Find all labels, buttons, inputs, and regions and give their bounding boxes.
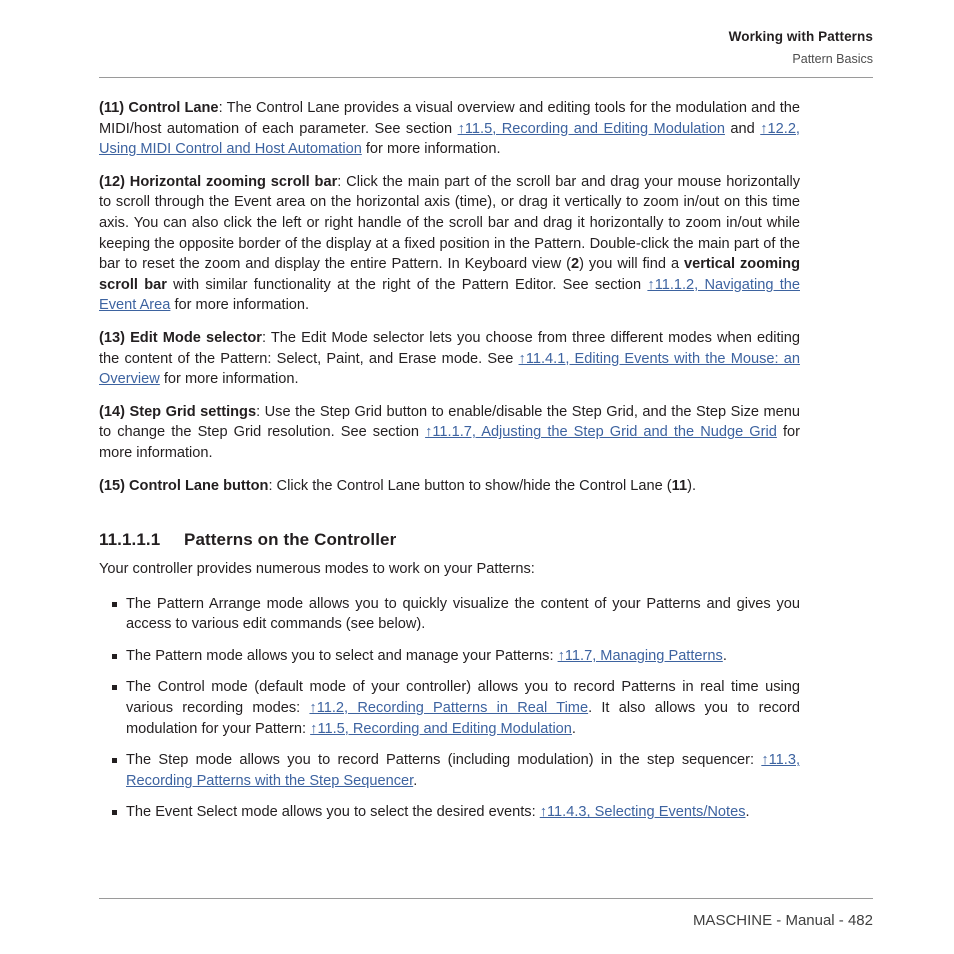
- paragraph-edit-mode-selector: (13) Edit Mode selector: The Edit Mode s…: [99, 328, 800, 390]
- paragraph-12-text-4: for more information.: [170, 297, 310, 314]
- paragraph-15-text-2: ).: [687, 477, 697, 494]
- list-item: The Step mode allows you to record Patte…: [99, 750, 800, 791]
- square-bullet-icon: [112, 685, 117, 691]
- header-divider: [99, 77, 873, 78]
- list-item-3-text-3: .: [571, 720, 576, 737]
- term-control-lane: Control Lane: [128, 100, 219, 116]
- list-item: The Event Select mode allows you to sele…: [99, 802, 800, 823]
- item-number-14: (14): [99, 403, 125, 420]
- list-item-4-text-2: .: [413, 772, 418, 789]
- link-11-5-recording-editing-modulation[interactable]: ↑11.5, Recording and Editing Modulation: [458, 121, 725, 137]
- paragraph-step-grid-settings: (14) Step Grid settings: Use the Step Gr…: [99, 402, 800, 464]
- paragraph-15-text-1: : Click the Control Lane button to show/…: [268, 477, 672, 494]
- header-section-subtitle: Pattern Basics: [792, 52, 873, 66]
- term-edit-mode-selector: Edit Mode selector: [130, 329, 262, 346]
- list-item-2-text-2: .: [722, 647, 727, 664]
- paragraph-13-text-2: for more information.: [159, 371, 299, 388]
- link-11-7-managing-patterns[interactable]: ↑11.7, Managing Patterns: [558, 648, 723, 664]
- list-item: The Pattern mode allows you to select an…: [99, 646, 800, 667]
- page-header: Working with Patterns Pattern Basics: [99, 28, 873, 68]
- footer-divider: [99, 898, 873, 899]
- item-number-15: (15): [99, 477, 125, 494]
- term-step-grid-settings: Step Grid settings: [129, 403, 257, 420]
- term-control-lane-button: Control Lane button: [129, 477, 269, 494]
- item-number-11: (11): [99, 100, 125, 116]
- list-item: The Control mode (default mode of your c…: [99, 677, 800, 739]
- reference-2: 2: [570, 256, 580, 273]
- item-number-12: (12): [99, 173, 125, 190]
- link-11-2-recording-patterns-real-time[interactable]: ↑11.2, Recording Patterns in Real Time: [309, 700, 588, 716]
- section-number: 11.1.1.1: [99, 530, 161, 550]
- item-number-13: (13): [99, 329, 125, 346]
- square-bullet-icon: [112, 601, 117, 607]
- link-11-1-7-adjusting-step-grid-nudge-grid[interactable]: ↑11.1.7, Adjusting the Step Grid and the…: [425, 424, 777, 440]
- term-horizontal-zooming-scroll-bar: Horizontal zooming scroll bar: [129, 173, 338, 190]
- list-item-2-text-1: The Pattern mode allows you to select an…: [126, 647, 558, 664]
- controller-modes-list: The Pattern Arrange mode allows you to q…: [99, 594, 800, 823]
- link-11-4-3-selecting-events-notes[interactable]: ↑11.4.3, Selecting Events/Notes: [540, 804, 746, 820]
- list-item-5-text-2: .: [745, 804, 750, 821]
- page-footer: MASCHINE - Manual - 482: [692, 912, 873, 929]
- list-item-4-text-1: The Step mode allows you to record Patte…: [126, 752, 762, 769]
- paragraph-horizontal-zooming-scroll-bar: (12) Horizontal zooming scroll bar: Clic…: [99, 172, 800, 316]
- link-11-5-recording-editing-modulation-list[interactable]: ↑11.5, Recording and Editing Modulation: [310, 721, 572, 737]
- paragraph-12-text-3: with similar functionality at the right …: [166, 276, 648, 293]
- square-bullet-icon: [112, 653, 117, 659]
- list-item-1-text-1: The Pattern Arrange mode allows you to q…: [126, 595, 800, 633]
- square-bullet-icon: [112, 758, 117, 764]
- section-intro-text: Your controller provides numerous modes …: [99, 561, 535, 578]
- reference-11: 11: [671, 477, 688, 494]
- list-item: The Pattern Arrange mode allows you to q…: [99, 594, 800, 635]
- header-chapter-title: Working with Patterns: [728, 29, 873, 44]
- document-content: (11) Control Lane: The Control Lane prov…: [99, 98, 800, 823]
- section-heading: 11.1.1.1 Patterns on the Controller: [99, 529, 800, 551]
- paragraph-11-text-2: and: [724, 120, 761, 137]
- document-page: Working with Patterns Pattern Basics (11…: [0, 0, 954, 954]
- list-item-5-text-1: The Event Select mode allows you to sele…: [126, 804, 540, 821]
- paragraph-11-text-3: for more information.: [361, 141, 501, 158]
- paragraph-control-lane-button: (15) Control Lane button: Click the Cont…: [99, 476, 800, 497]
- paragraph-12-text-2: ) you will find a: [579, 256, 684, 273]
- section-title: Patterns on the Controller: [184, 530, 397, 550]
- paragraph-control-lane: (11) Control Lane: The Control Lane prov…: [99, 98, 800, 160]
- square-bullet-icon: [112, 810, 117, 816]
